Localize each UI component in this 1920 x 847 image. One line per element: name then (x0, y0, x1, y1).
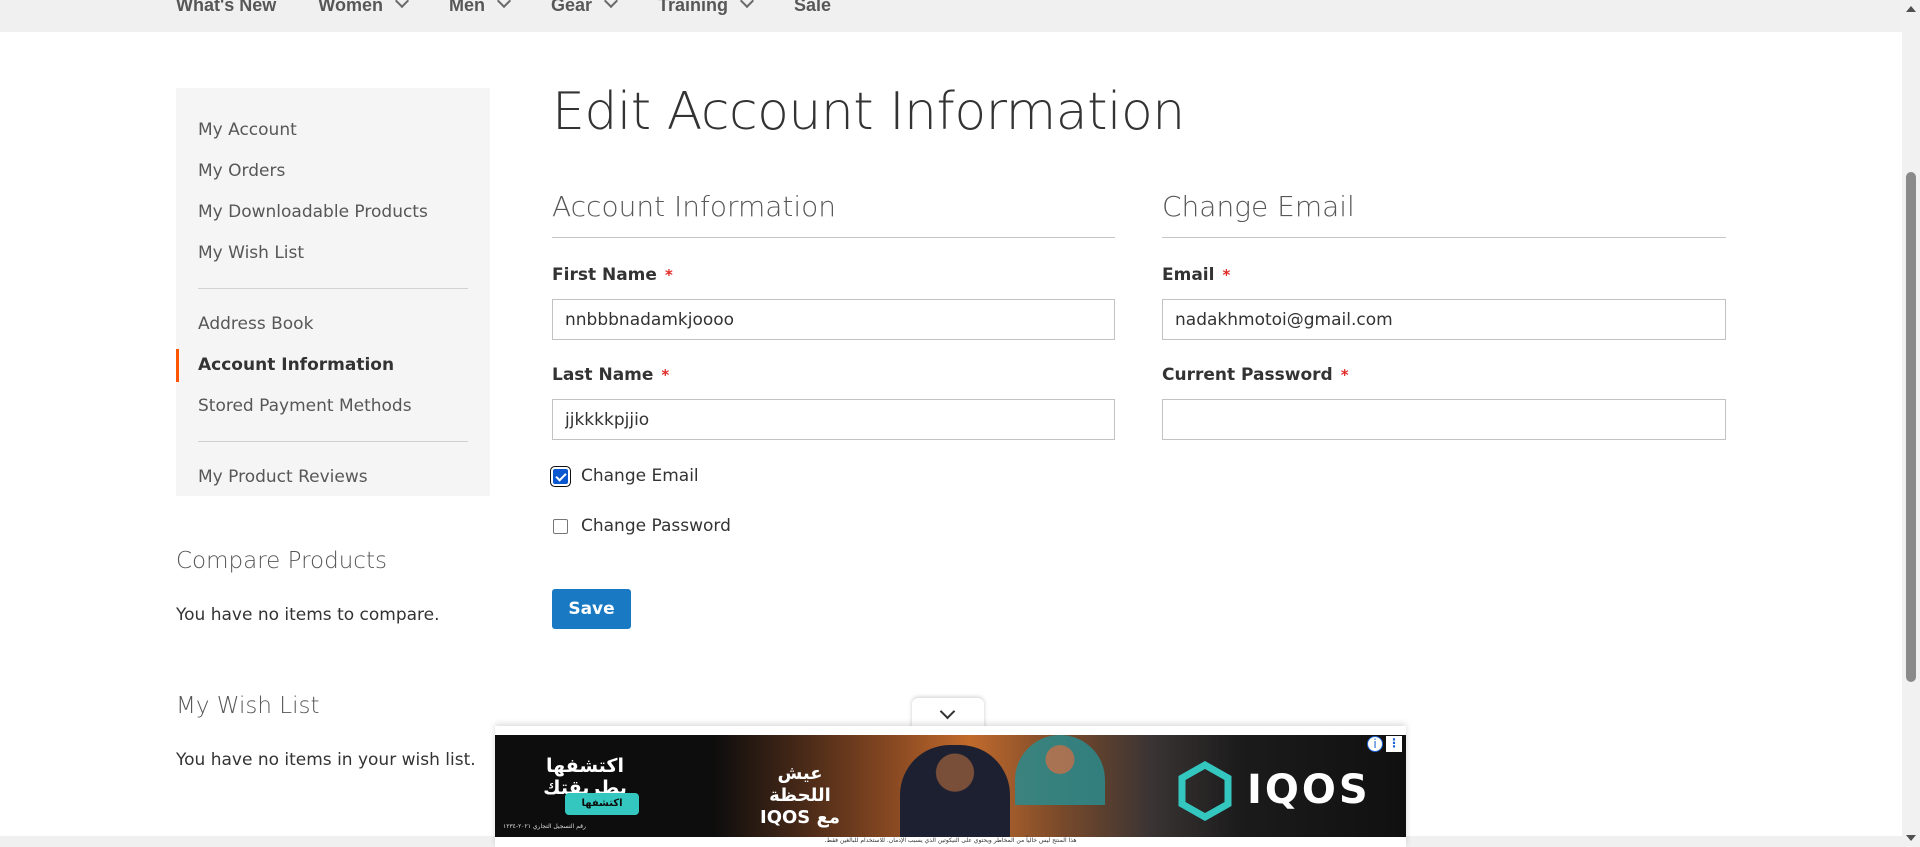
sidebar-divider (198, 288, 468, 289)
scroll-down-arrow-icon[interactable] (1906, 835, 1916, 841)
compare-products-title: Compare Products (176, 548, 387, 574)
fieldset-divider (552, 237, 1115, 238)
chevron-down-icon (496, 0, 512, 9)
change-email-checkbox-row[interactable]: Change Email (552, 466, 699, 486)
save-button[interactable]: Save (552, 589, 631, 629)
change-email-checkbox-label: Change Email (581, 466, 699, 486)
current-password-input[interactable] (1162, 399, 1726, 440)
scroll-thumb[interactable] (1906, 172, 1916, 682)
wish-list-empty-text: You have no items in your wish list. (176, 750, 476, 770)
ad-fine-print: رقم التسجيل التجاري ٢٠٢١-١٢٣٤ (503, 823, 586, 830)
change-email-title: Change Email (1162, 190, 1355, 223)
sidebar-item-my-product-reviews[interactable]: My Product Reviews (176, 457, 490, 498)
account-sidebar: My Account My Orders My Downloadable Pro… (176, 88, 490, 496)
email-input[interactable] (1162, 299, 1726, 340)
sidebar-item-my-account[interactable]: My Account (176, 110, 490, 151)
first-name-label: First Name * (552, 265, 673, 285)
ad-banner[interactable]: اكتشفها بطريقتك اكتشفها رقم التسجيل التج… (495, 735, 1406, 837)
ad-disclaimer: هذا المنتج ليس خالياً من المخاطر ويحتوي … (824, 837, 1077, 844)
nav-item-women[interactable]: Women (318, 0, 410, 18)
wish-list-title: My Wish List (176, 693, 320, 719)
top-navigation: What's New Women Men Gear Training Sale (0, 0, 1902, 32)
account-information-title: Account Information (552, 190, 837, 223)
ad-person-image (900, 745, 1010, 837)
chevron-down-icon (394, 0, 410, 9)
page-title: Edit Account Information (552, 82, 1185, 142)
change-password-checkbox-label: Change Password (581, 516, 731, 536)
change-email-checkbox[interactable] (553, 468, 568, 484)
chevron-down-icon (739, 0, 755, 9)
email-label: Email * (1162, 265, 1231, 285)
fieldset-divider (1162, 237, 1726, 238)
sidebar-item-my-wish-list[interactable]: My Wish List (176, 233, 490, 274)
first-name-input[interactable] (552, 299, 1115, 340)
nav-item-training[interactable]: Training (658, 0, 755, 18)
required-marker: * (1340, 366, 1349, 384)
sidebar-item-my-downloadable-products[interactable]: My Downloadable Products (176, 192, 490, 233)
scroll-up-arrow-icon[interactable] (1906, 6, 1916, 12)
sidebar-item-account-information[interactable]: Account Information (176, 345, 490, 386)
ad-brand: IQOS (1247, 767, 1371, 813)
sidebar-divider (198, 441, 468, 442)
nav-item-whats-new[interactable]: What's New (176, 0, 276, 18)
page-scrollbar[interactable] (1902, 0, 1920, 847)
required-marker: * (664, 266, 673, 284)
required-marker: * (661, 366, 670, 384)
required-marker: * (1222, 266, 1231, 284)
change-password-checkbox-row[interactable]: Change Password (552, 516, 731, 536)
sidebar-item-address-book[interactable]: Address Book (176, 304, 490, 345)
ad-person-image (1015, 735, 1105, 805)
nav-menu: What's New Women Men Gear Training Sale (176, 0, 873, 18)
sidebar-item-stored-payment-methods[interactable]: Stored Payment Methods (176, 386, 490, 427)
chevron-down-icon (603, 0, 619, 9)
ad-cta-button[interactable]: اكتشفها (565, 793, 639, 815)
last-name-input[interactable] (552, 399, 1115, 440)
more-vertical-icon[interactable]: ⋮ (1386, 736, 1402, 752)
chevron-down-icon (939, 703, 956, 720)
info-icon[interactable]: i (1367, 736, 1383, 752)
current-password-label: Current Password * (1162, 365, 1349, 385)
iqos-logo-icon (1178, 761, 1232, 821)
compare-products-empty-text: You have no items to compare. (176, 605, 440, 625)
last-name-label: Last Name * (552, 365, 670, 385)
nav-item-men[interactable]: Men (449, 0, 512, 18)
ad-headline-mid: عيش اللحظة مع IQOS (760, 763, 840, 828)
nav-item-sale[interactable]: Sale (794, 0, 831, 18)
change-password-checkbox[interactable] (553, 518, 568, 534)
nav-item-gear[interactable]: Gear (551, 0, 619, 18)
ad-container: اكتشفها بطريقتك اكتشفها رقم التسجيل التج… (495, 726, 1406, 847)
sidebar-item-my-orders[interactable]: My Orders (176, 151, 490, 192)
